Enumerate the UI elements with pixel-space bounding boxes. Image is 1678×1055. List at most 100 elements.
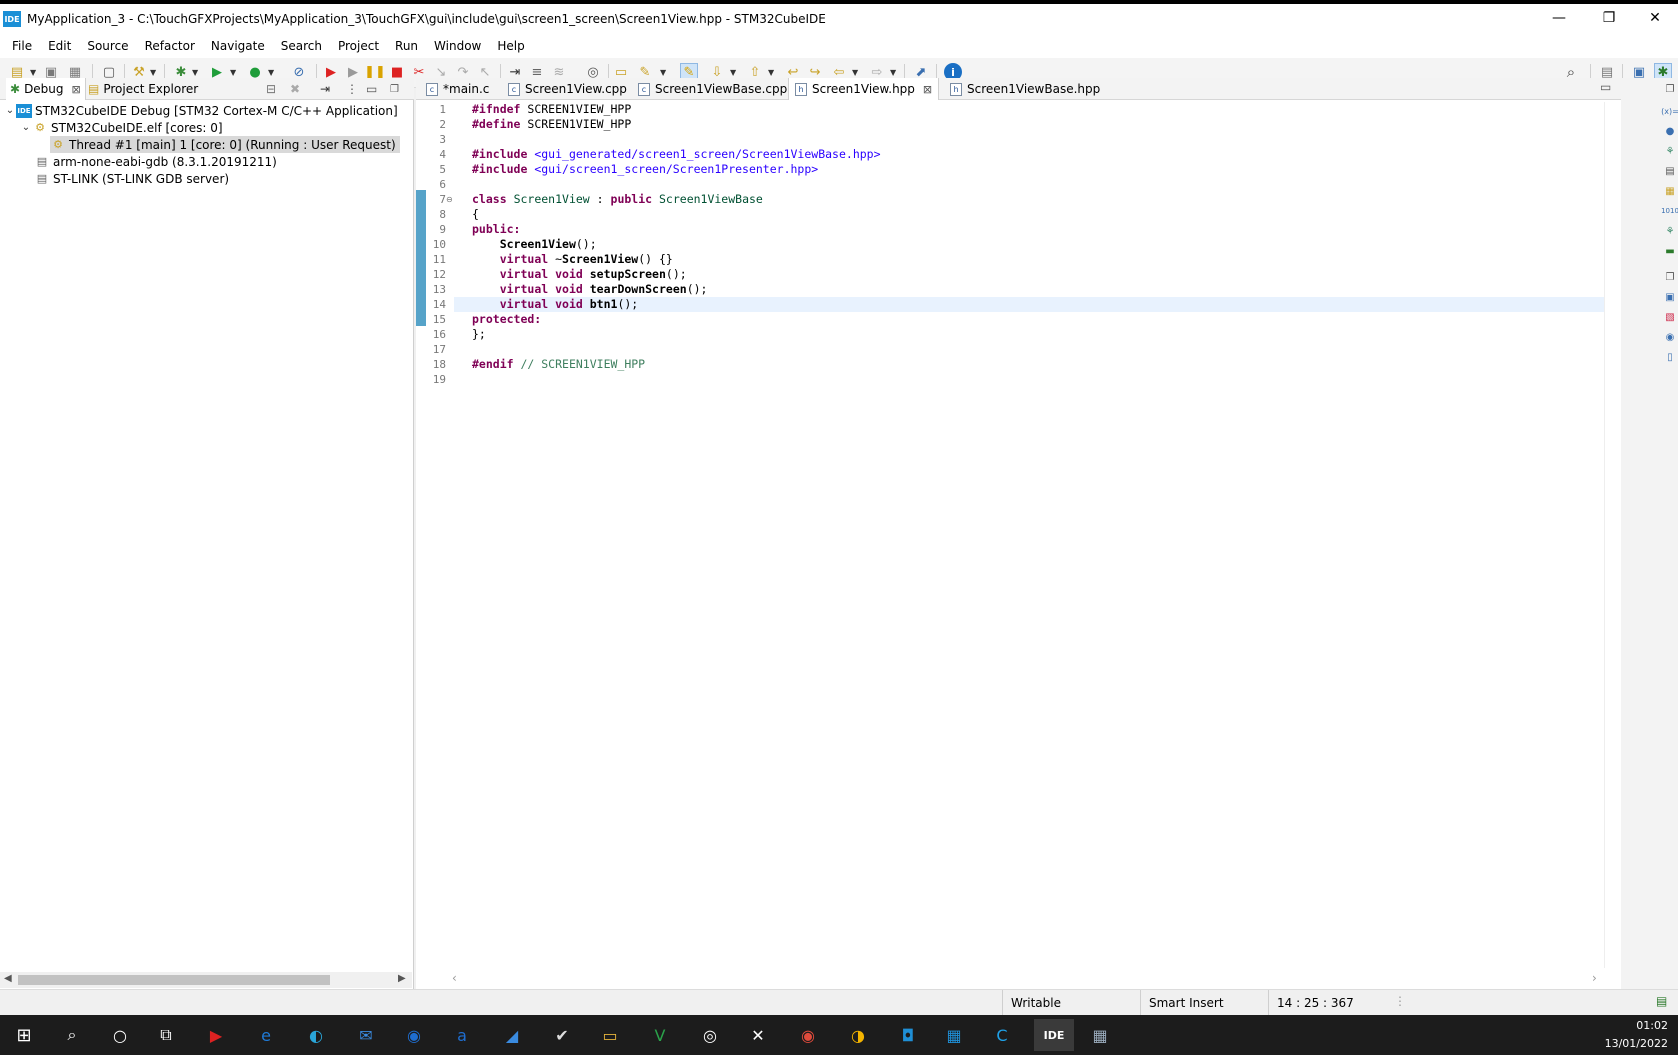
code-line[interactable]: #ifndef SCREEN1VIEW_HPP xyxy=(454,102,1619,117)
task-view-icon[interactable]: ⧉ xyxy=(150,1019,182,1051)
code-line[interactable]: class Screen1View : public Screen1ViewBa… xyxy=(454,192,1619,207)
app-icon[interactable]: ◑ xyxy=(842,1019,874,1051)
view-menu-icon[interactable]: ⋮ xyxy=(346,78,358,100)
store-icon[interactable]: ▦ xyxy=(938,1019,970,1051)
scroll-right-icon[interactable]: ▶ xyxy=(398,973,406,984)
live-expressions-icon[interactable]: ⚘ xyxy=(1663,224,1677,238)
restore-views-icon[interactable]: ❐ xyxy=(1663,82,1677,96)
code-line[interactable]: protected: xyxy=(454,312,1619,327)
minimize-editor-icon[interactable]: ▭ xyxy=(1600,80,1611,94)
close-button[interactable]: ✕ xyxy=(1632,4,1678,32)
menu-file[interactable]: File xyxy=(4,34,40,58)
code-line[interactable]: virtual void setupScreen(); xyxy=(454,267,1619,282)
chevron-down-icon[interactable]: ▼ xyxy=(730,68,736,77)
code-line[interactable]: }; xyxy=(454,327,1619,342)
tab-screen1viewbase-hpp[interactable]: h Screen1ViewBase.hpp xyxy=(944,78,1106,100)
app-icon[interactable]: ◘ xyxy=(892,1019,924,1051)
calculator-icon[interactable]: ▦ xyxy=(1084,1019,1116,1051)
app-icon[interactable]: C xyxy=(986,1019,1018,1051)
code-line[interactable]: #include <gui_generated/screen1_screen/S… xyxy=(454,147,1619,162)
code-line[interactable]: #define SCREEN1VIEW_HPP xyxy=(454,117,1619,132)
tree-item-gdb[interactable]: ▤ arm-none-eabi-gdb (8.3.1.20191211) xyxy=(34,153,277,170)
scroll-left-icon[interactable]: ◀ xyxy=(4,973,12,984)
outline-icon[interactable]: ▤ xyxy=(1663,164,1677,178)
chevron-down-icon[interactable]: ▼ xyxy=(268,68,274,77)
remove-terminated-icon[interactable]: ✖ xyxy=(290,78,300,100)
executables-icon[interactable]: ◉ xyxy=(1663,330,1677,344)
scrollbar-thumb[interactable] xyxy=(18,975,330,985)
variables-icon[interactable]: (x)= xyxy=(1661,104,1678,118)
clock[interactable]: 01:02 13/01/2022 xyxy=(1605,1017,1668,1053)
code-line[interactable]: #endif // SCREEN1VIEW_HPP xyxy=(454,357,1619,372)
edge-icon[interactable]: ◐ xyxy=(300,1019,332,1051)
tree-item-launch[interactable]: ⌄ IDE STM32CubeIDE Debug [STM32 Cortex-M… xyxy=(4,102,398,119)
code-line[interactable]: #include <gui/screen1_screen/Screen1Pres… xyxy=(454,162,1619,177)
minimize-view-icon[interactable]: ▭ xyxy=(366,78,377,100)
chevron-down-icon[interactable]: ▼ xyxy=(30,68,36,77)
memory-icon[interactable]: 1010 xyxy=(1661,204,1678,218)
code-line[interactable]: virtual ~Screen1View() {} xyxy=(454,252,1619,267)
mail-icon[interactable]: ✉ xyxy=(350,1019,382,1051)
close-icon[interactable]: ⊠ xyxy=(72,83,81,96)
code-line[interactable] xyxy=(454,177,1619,192)
disassembly-icon[interactable]: ▯ xyxy=(1663,350,1677,364)
tab-screen1view-hpp[interactable]: h Screen1View.hpp ⊠ xyxy=(788,78,940,100)
menu-project[interactable]: Project xyxy=(330,34,387,58)
progress-icon[interactable]: ▤ xyxy=(1656,994,1667,1008)
scroll-right-icon[interactable]: › xyxy=(1592,971,1597,985)
search-icon[interactable]: ⌕ xyxy=(56,1019,88,1051)
breakpoints-icon[interactable]: ● xyxy=(1663,124,1677,138)
sfrs-icon[interactable]: ▬ xyxy=(1663,244,1677,258)
tab-main-c[interactable]: c *main.c xyxy=(420,78,495,100)
minimize-button[interactable]: — xyxy=(1536,4,1582,32)
app-icon[interactable]: V xyxy=(644,1019,676,1051)
cortana-icon[interactable]: ○ xyxy=(104,1019,136,1051)
step-filters-icon[interactable]: ⇥ xyxy=(320,78,330,100)
menu-search[interactable]: Search xyxy=(273,34,330,58)
chevron-down-icon[interactable]: ⌄ xyxy=(20,122,32,133)
chevron-down-icon[interactable]: ▼ xyxy=(150,68,156,77)
tab-project-explorer[interactable]: ▤ Project Explorer xyxy=(88,78,198,100)
code-line[interactable]: virtual void btn1(); xyxy=(454,297,1619,312)
chevron-down-icon[interactable]: ▼ xyxy=(660,68,666,77)
code-line[interactable] xyxy=(454,342,1619,357)
app-icon[interactable]: ▶ xyxy=(200,1019,232,1051)
tab-debug[interactable]: ✱ Debug ⊠ xyxy=(6,78,86,100)
close-icon[interactable]: ⊠ xyxy=(923,83,932,96)
restore-button[interactable]: ❐ xyxy=(1586,4,1632,32)
app-icon[interactable]: ✔ xyxy=(546,1019,578,1051)
horizontal-scrollbar[interactable]: ◀ ▶ xyxy=(0,972,412,988)
tree-item-thread[interactable]: ⚙ Thread #1 [main] 1 [core: 0] (Running … xyxy=(50,136,400,153)
editor-horizontal-scrollbar[interactable]: ‹ › xyxy=(416,970,1606,986)
code-line[interactable]: virtual void tearDownScreen(); xyxy=(454,282,1619,297)
app-icon[interactable]: ✕ xyxy=(742,1019,774,1051)
code-line[interactable]: public: xyxy=(454,222,1619,237)
code-line[interactable] xyxy=(454,132,1619,147)
chevron-down-icon[interactable]: ▼ xyxy=(192,68,198,77)
menu-navigate[interactable]: Navigate xyxy=(203,34,273,58)
menu-source[interactable]: Source xyxy=(79,34,136,58)
windows-start-icon[interactable]: ⊞ xyxy=(8,1019,40,1051)
chrome-icon[interactable]: ◉ xyxy=(792,1019,824,1051)
app-icon[interactable]: ◎ xyxy=(694,1019,726,1051)
code-line[interactable] xyxy=(454,372,1619,387)
menu-edit[interactable]: Edit xyxy=(40,34,79,58)
app-icon[interactable]: ◢ xyxy=(496,1019,528,1051)
menu-window[interactable]: Window xyxy=(426,34,489,58)
stm32cubeide-taskbar-icon[interactable]: IDE xyxy=(1034,1019,1074,1051)
code-area[interactable]: #ifndef SCREEN1VIEW_HPP #define SCREEN1VI… xyxy=(454,100,1619,970)
problems-icon[interactable]: ▧ xyxy=(1663,310,1677,324)
internet-explorer-icon[interactable]: e xyxy=(250,1019,282,1051)
expressions-icon[interactable]: ⚘ xyxy=(1663,144,1677,158)
maximize-view-icon[interactable]: ❐ xyxy=(390,78,399,100)
restore-views-icon[interactable]: ❐ xyxy=(1663,270,1677,284)
collapse-all-icon[interactable]: ⊟ xyxy=(266,78,276,100)
chevron-down-icon[interactable]: ▼ xyxy=(890,68,896,77)
app-icon[interactable]: a xyxy=(446,1019,478,1051)
code-line[interactable]: Screen1View(); xyxy=(454,237,1619,252)
file-explorer-icon[interactable]: ▭ xyxy=(594,1019,626,1051)
chevron-down-icon[interactable]: ▼ xyxy=(852,68,858,77)
menu-run[interactable]: Run xyxy=(387,34,426,58)
chevron-down-icon[interactable]: ▼ xyxy=(768,68,774,77)
tab-screen1view-cpp[interactable]: c Screen1View.cpp xyxy=(502,78,633,100)
